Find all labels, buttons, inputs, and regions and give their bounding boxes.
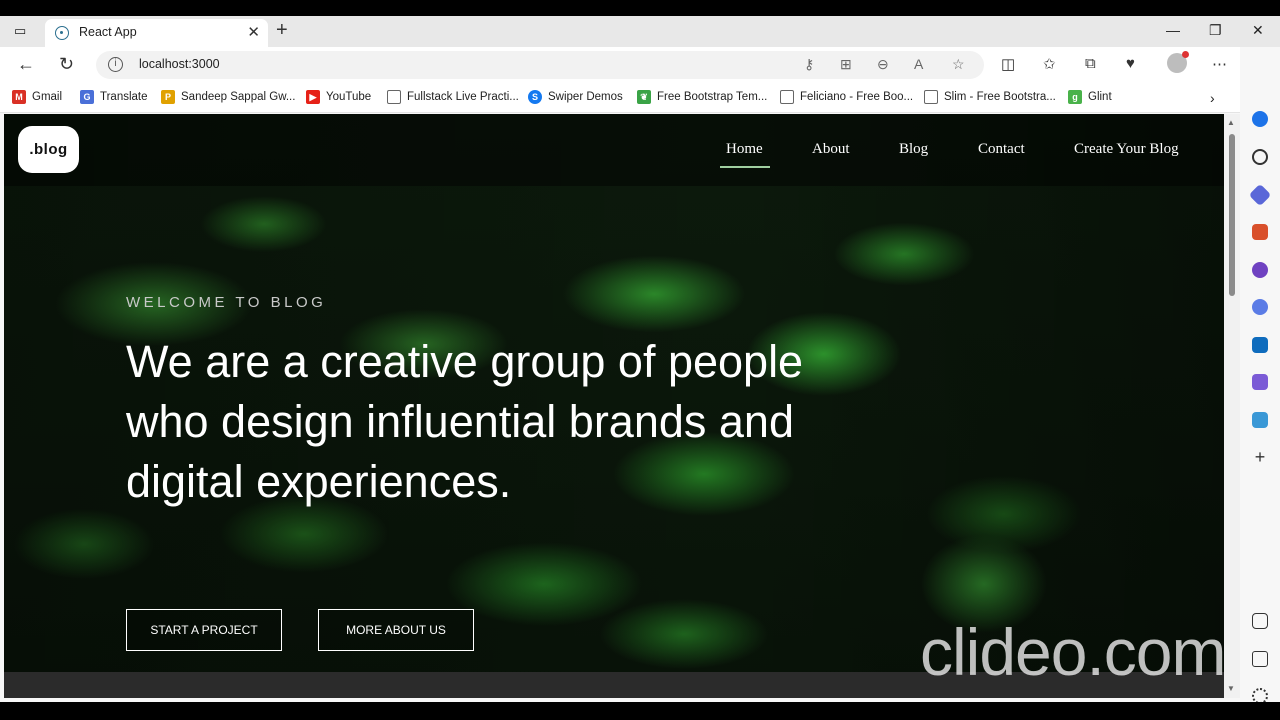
apps-icon[interactable]: ⊞	[840, 56, 852, 73]
scroll-down-icon[interactable]: ▼	[1227, 684, 1235, 693]
bookmark-label: Slim - Free Bootstra...	[944, 91, 1056, 103]
favorite-star-icon[interactable]: ☆	[952, 56, 965, 73]
bookmark-gmail[interactable]: M Gmail	[12, 90, 62, 104]
page-icon	[387, 90, 401, 104]
browser-essentials-icon[interactable]: ♥	[1126, 55, 1135, 72]
site-header: .blog Home About Blog Contact Create You…	[4, 114, 1224, 186]
hero-headline: We are a creative group of people who de…	[126, 336, 804, 507]
drop-icon[interactable]	[1252, 412, 1268, 428]
external-link-icon[interactable]	[1252, 651, 1268, 667]
page-scrollbar[interactable]: ▲ ▼	[1224, 114, 1240, 698]
page-icon	[780, 90, 794, 104]
bookmark-label: Translate	[100, 91, 148, 103]
bookmark-label: Feliciano - Free Boo...	[800, 91, 914, 103]
nav-home[interactable]: Home	[726, 141, 763, 158]
bookmark-fullstack[interactable]: Fullstack Live Practi...	[387, 90, 519, 104]
page-icon	[924, 90, 938, 104]
scroll-up-icon[interactable]: ▲	[1227, 118, 1235, 127]
bookmark-label: Glint	[1088, 91, 1112, 103]
page-viewport: .blog Home About Blog Contact Create You…	[4, 114, 1224, 698]
youtube-icon: ▶	[306, 90, 320, 104]
bookmark-feliciano[interactable]: Feliciano - Free Boo...	[780, 90, 913, 104]
settings-gear-icon[interactable]	[1252, 688, 1268, 702]
restore-icon[interactable]: ❐	[1209, 22, 1222, 39]
zoom-icon[interactable]: ⊖	[877, 56, 889, 73]
minimize-icon[interactable]: —	[1166, 22, 1180, 38]
ps-icon: P	[161, 90, 175, 104]
toolbox-icon[interactable]	[1252, 224, 1268, 240]
active-nav-indicator	[720, 166, 770, 168]
tag-icon[interactable]	[1248, 183, 1272, 207]
browser-window: ▭ React App ✕ + — ❐ ✕ ← ↻ i localhost:30…	[0, 16, 1280, 702]
nav-contact[interactable]: Contact	[978, 141, 1025, 158]
games-icon[interactable]	[1252, 262, 1268, 278]
add-icon[interactable]: +	[1252, 448, 1268, 466]
microsoft365-icon[interactable]	[1252, 299, 1268, 315]
refresh-icon[interactable]: ↻	[59, 54, 74, 75]
new-tab-icon[interactable]: +	[276, 19, 288, 42]
more-menu-icon[interactable]: ⋯	[1212, 55, 1227, 73]
edge-sidebar: +	[1240, 47, 1280, 702]
tab-bar: ▭ React App ✕ + — ❐ ✕	[0, 16, 1280, 47]
scroll-thumb[interactable]	[1229, 134, 1235, 296]
bookmark-label: Fullstack Live Practi...	[407, 91, 519, 103]
site-logo[interactable]: .blog	[18, 126, 79, 173]
more-about-us-button[interactable]: MORE ABOUT US	[318, 609, 474, 651]
hero-kicker: WELCOME TO BLOG	[126, 294, 327, 311]
site-info-icon[interactable]: i	[108, 57, 123, 72]
favorites-icon[interactable]: ✩	[1043, 55, 1056, 73]
toolbar: ← ↻ i localhost:3000 ⚷ ⊞ ⊖ A ☆ ◫ ✩ ⧉ ♥ ⋯…	[0, 47, 1280, 83]
bookmark-label: Swiper Demos	[548, 91, 623, 103]
glint-icon: g	[1068, 90, 1082, 104]
bookmarks-bar: M Gmail G Translate P Sandeep Sappal Gw... …	[0, 83, 1280, 113]
bookmarks-overflow-icon[interactable]: ›	[1210, 90, 1215, 106]
nav-about[interactable]: About	[812, 141, 850, 158]
collections-icon[interactable]: ⧉	[1085, 55, 1096, 72]
gmail-icon: M	[12, 90, 26, 104]
bookmark-sandeep[interactable]: P Sandeep Sappal Gw...	[161, 90, 295, 104]
profile-avatar[interactable]	[1167, 51, 1189, 73]
back-icon[interactable]: ←	[17, 54, 35, 75]
bookmark-label: Sandeep Sappal Gw...	[181, 91, 296, 103]
sidebar-panel-icon[interactable]	[1252, 613, 1268, 629]
tab-react-app[interactable]: React App ✕	[45, 19, 268, 47]
tab-title: React App	[79, 25, 137, 39]
bookmark-youtube[interactable]: ▶ YouTube	[306, 90, 371, 104]
start-project-button[interactable]: START A PROJECT	[126, 609, 282, 651]
swiper-icon: S	[528, 90, 542, 104]
bookmark-label: Free Bootstrap Tem...	[657, 91, 768, 103]
tab-close-icon[interactable]: ✕	[247, 23, 260, 41]
leaf-icon: ❦	[637, 90, 651, 104]
window-close-icon[interactable]: ✕	[1252, 22, 1264, 39]
designer-icon[interactable]	[1252, 374, 1268, 390]
nav-create-your-blog[interactable]: Create Your Blog	[1074, 141, 1179, 158]
translate-icon: G	[80, 90, 94, 104]
screen-frame: ▭ React App ✕ + — ❐ ✕ ← ↻ i localhost:30…	[0, 0, 1280, 720]
bell-icon[interactable]	[1252, 111, 1268, 127]
url-text[interactable]: localhost:3000	[139, 57, 220, 71]
bookmark-glint[interactable]: g Glint	[1068, 90, 1112, 104]
bookmark-label: Gmail	[32, 91, 63, 103]
react-favicon-icon	[55, 26, 69, 40]
bookmark-slim[interactable]: Slim - Free Bootstra...	[924, 90, 1056, 104]
address-bar[interactable]: i localhost:3000 ⚷ ⊞ ⊖ A ☆	[96, 51, 984, 79]
nav-blog[interactable]: Blog	[899, 141, 928, 158]
bookmark-free-bootstrap[interactable]: ❦ Free Bootstrap Tem...	[637, 90, 767, 104]
search-sidebar-icon[interactable]	[1252, 149, 1268, 165]
bookmark-swiper[interactable]: S Swiper Demos	[528, 90, 623, 104]
read-aloud-icon[interactable]: A	[914, 56, 923, 72]
key-icon[interactable]: ⚷	[804, 56, 814, 73]
outlook-icon[interactable]	[1252, 337, 1268, 353]
bookmark-label: YouTube	[326, 91, 372, 103]
split-screen-icon[interactable]: ◫	[1001, 55, 1015, 73]
clideo-watermark: clideo.com	[920, 615, 1226, 689]
bookmark-translate[interactable]: G Translate	[80, 90, 148, 104]
tab-actions-icon[interactable]: ▭	[14, 23, 30, 39]
